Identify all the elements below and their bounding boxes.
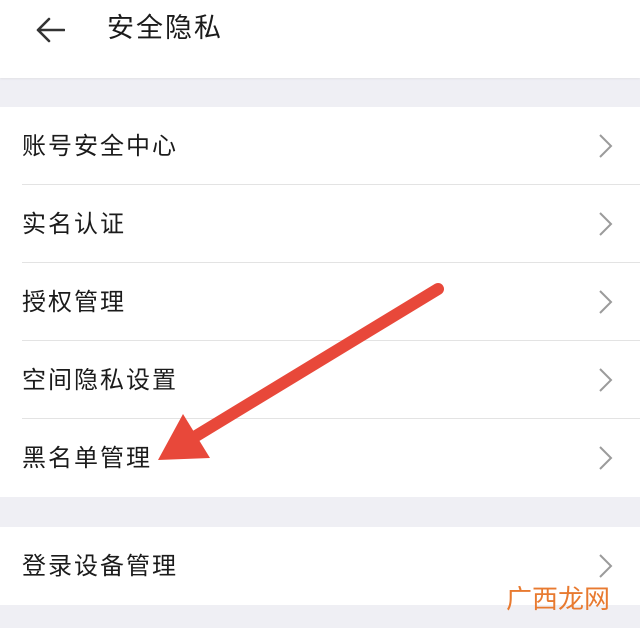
chevron-right-icon (599, 368, 613, 392)
row-space-privacy-settings[interactable]: 空间隐私设置 (0, 341, 640, 419)
row-authorization-management[interactable]: 授权管理 (0, 263, 640, 341)
row-label: 授权管理 (22, 288, 126, 316)
row-label: 实名认证 (22, 210, 126, 238)
settings-group-security: 账号安全中心 实名认证 授权管理 空间隐私设置 黑名单管理 (0, 107, 640, 497)
row-label: 登录设备管理 (22, 552, 178, 580)
row-real-name-verification[interactable]: 实名认证 (0, 185, 640, 263)
row-account-security-center[interactable]: 账号安全中心 (0, 107, 640, 185)
row-label: 黑名单管理 (22, 444, 152, 472)
watermark: 广西龙网 (505, 585, 610, 615)
chevron-right-icon (599, 134, 613, 158)
row-label: 空间隐私设置 (22, 366, 178, 394)
row-label: 账号安全中心 (22, 132, 178, 160)
chevron-right-icon (599, 446, 613, 470)
row-blacklist-management[interactable]: 黑名单管理 (0, 419, 640, 497)
chevron-right-icon (599, 290, 613, 314)
app-header: 安全隐私 (0, 0, 640, 78)
arrow-left-icon (36, 17, 65, 43)
back-button[interactable] (26, 10, 74, 50)
page-title: 安全隐私 (107, 13, 223, 44)
chevron-right-icon (599, 554, 613, 578)
chevron-right-icon (599, 212, 613, 236)
